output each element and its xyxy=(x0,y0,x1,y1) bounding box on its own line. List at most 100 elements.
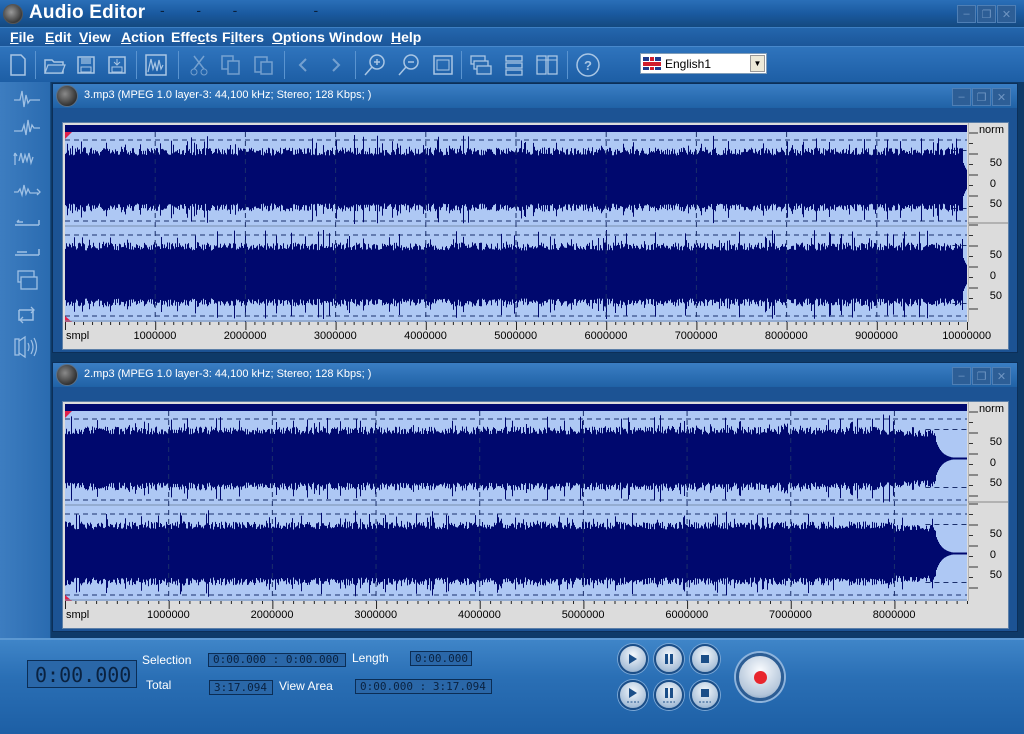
new-file-icon[interactable] xyxy=(5,52,31,78)
play-loop-button[interactable] xyxy=(618,680,648,710)
document-title-bar: 3.mp3 (MPEG 1.0 layer-3: 44,100 kHz; Ste… xyxy=(53,84,1017,108)
menu-help[interactable]: Help xyxy=(391,29,421,45)
save-as-icon[interactable] xyxy=(104,52,130,78)
document-title: 2.mp3 (MPEG 1.0 layer-3: 44,100 kHz; Ste… xyxy=(84,368,372,380)
minimize-icon[interactable]: – xyxy=(952,88,971,106)
scale-label: 0 xyxy=(989,178,996,190)
spectrum-icon[interactable] xyxy=(143,52,169,78)
ruler-label: 4000000 xyxy=(458,609,501,621)
waveform-svg[interactable] xyxy=(65,404,967,601)
save-icon[interactable] xyxy=(73,52,99,78)
fade-in-icon[interactable] xyxy=(12,208,42,234)
toolbar-separator xyxy=(355,51,356,79)
audio-editor-app: Audio Editor - - - - – ❐ ✕ File Edit Vie… xyxy=(0,0,1024,734)
fade-out-icon[interactable] xyxy=(12,238,42,264)
ruler-label: 9000000 xyxy=(855,330,898,342)
zoom-out-icon[interactable] xyxy=(396,52,422,78)
waveform-normalize-icon[interactable] xyxy=(12,145,42,171)
menu-view[interactable]: View xyxy=(79,29,111,45)
toolbar-separator xyxy=(178,51,179,79)
menu-filters[interactable]: Filters xyxy=(222,29,264,45)
menu-effects[interactable]: Effects xyxy=(171,29,218,45)
waveform-canvas[interactable] xyxy=(65,404,967,601)
ruler-unit: smpl xyxy=(66,330,90,342)
fit-window-icon[interactable] xyxy=(430,52,456,78)
cascade-windows-icon[interactable] xyxy=(468,52,494,78)
record-icon xyxy=(753,670,767,684)
waveform-svg[interactable] xyxy=(65,125,967,322)
paste-icon[interactable] xyxy=(251,52,277,78)
pause-loop-icon xyxy=(663,688,675,703)
waveform-overview-bar xyxy=(65,125,967,132)
record-button[interactable] xyxy=(736,653,784,701)
waveform-channel-right xyxy=(65,510,967,597)
scale-label: 0 xyxy=(989,270,996,282)
waveform-fade-icon[interactable] xyxy=(12,177,42,203)
copy-icon[interactable] xyxy=(218,52,244,78)
document-window-controls: – ❐ ✕ xyxy=(952,88,1011,106)
tile-vertical-icon[interactable] xyxy=(534,52,560,78)
language-select[interactable]: English1 ▼ xyxy=(640,53,767,74)
restore-icon[interactable]: ❐ xyxy=(977,5,996,23)
restore-icon[interactable]: ❐ xyxy=(972,367,991,385)
volume-icon[interactable] xyxy=(12,334,42,360)
pause-loop-button[interactable] xyxy=(654,680,684,710)
total-value: 3:17.094 xyxy=(209,680,273,695)
ruler-label: 2000000 xyxy=(223,330,267,342)
close-icon[interactable]: ✕ xyxy=(992,88,1011,106)
menu-window[interactable]: Window xyxy=(329,29,383,45)
start-marker-icon xyxy=(65,132,72,139)
view-area-value: 0:00.000 : 3:17.094 xyxy=(355,679,492,694)
stop-icon xyxy=(701,655,709,663)
tile-horizontal-icon[interactable] xyxy=(501,52,527,78)
menu-options[interactable]: Options xyxy=(272,29,325,45)
menu-edit[interactable]: Edit xyxy=(45,29,71,45)
minimize-icon[interactable]: – xyxy=(957,5,976,23)
sample-ruler: smpl 1000000 2000000 3000000 4000000 5000000… xyxy=(65,322,1006,344)
selection-value: 0:00.000 : 0:00.000 xyxy=(208,653,346,667)
open-folder-icon[interactable] xyxy=(42,52,68,78)
document-title: 3.mp3 (MPEG 1.0 layer-3: 44,100 kHz; Ste… xyxy=(84,89,372,101)
length-label: Length xyxy=(352,651,389,665)
ruler-label: 5000000 xyxy=(494,330,538,342)
close-icon[interactable]: ✕ xyxy=(992,367,1011,385)
waveform-generate-icon[interactable] xyxy=(12,86,42,112)
help-icon[interactable]: ? xyxy=(575,52,601,78)
menu-file[interactable]: File xyxy=(10,29,34,45)
app-logo-icon xyxy=(3,4,23,24)
ruler-label: 1000000 xyxy=(146,609,190,621)
ruler-label: 1000000 xyxy=(133,330,177,342)
scale-unit-label: norm xyxy=(978,124,1004,136)
amplitude-scale: norm 50 0 50 50 0 50 xyxy=(968,123,1008,325)
toolbar-separator xyxy=(136,51,137,79)
redo-icon[interactable] xyxy=(322,52,348,78)
scale-label: 50 xyxy=(989,477,1002,489)
pause-button[interactable] xyxy=(654,644,684,674)
ruler-label: 3000000 xyxy=(354,609,398,621)
play-button[interactable] xyxy=(618,644,648,674)
mix-icon[interactable] xyxy=(12,267,42,293)
ruler-label: 8000000 xyxy=(764,330,808,342)
close-icon[interactable]: ✕ xyxy=(997,5,1016,23)
waveform-overview-bar xyxy=(65,404,967,411)
play-loop-icon xyxy=(627,688,639,703)
stop-button[interactable] xyxy=(690,644,720,674)
restore-icon[interactable]: ❐ xyxy=(972,88,991,106)
cut-icon[interactable] xyxy=(186,52,212,78)
loop-icon[interactable] xyxy=(12,302,42,328)
zoom-in-icon[interactable] xyxy=(362,52,388,78)
ruler-label: 6000000 xyxy=(584,330,628,342)
waveform-panel: norm 50 0 50 50 0 50 smpl 1000000 2000000… xyxy=(62,122,1009,350)
stop-loop-button[interactable] xyxy=(690,680,720,710)
undo-icon[interactable] xyxy=(291,52,317,78)
waveform-amplify-icon[interactable] xyxy=(12,115,42,141)
title-decoration: - - - - xyxy=(160,2,324,18)
menu-action[interactable]: Action xyxy=(121,29,165,45)
toolbar: ? English1 ▼ xyxy=(0,46,1024,82)
document-icon xyxy=(56,364,78,386)
minimize-icon[interactable]: – xyxy=(952,367,971,385)
chevron-down-icon[interactable]: ▼ xyxy=(750,55,765,72)
waveform-canvas[interactable] xyxy=(65,125,967,322)
waveform-panel: norm 50 0 50 50 0 50 smpl 1000000 2000000… xyxy=(62,401,1009,629)
scale-label: 0 xyxy=(989,457,996,469)
